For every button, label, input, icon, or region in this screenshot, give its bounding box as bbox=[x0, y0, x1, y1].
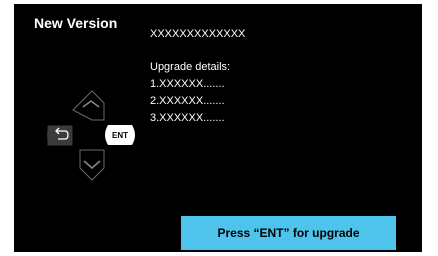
back-icon[interactable] bbox=[47, 125, 73, 146]
details-item: 2.XXXXXX....... bbox=[150, 95, 225, 107]
ent-label: ENT bbox=[112, 131, 128, 140]
ent-button[interactable]: ENT bbox=[105, 125, 135, 145]
down-arrow-icon[interactable] bbox=[79, 149, 105, 181]
upgrade-button[interactable]: Press “ENT” for upgrade bbox=[181, 216, 396, 250]
details-item: 3.XXXXXX....... bbox=[150, 112, 225, 124]
upgrade-details: Upgrade details: 1.XXXXXX....... 2.XXXXX… bbox=[150, 59, 230, 127]
model-name: XXXXXXXXXXXXX bbox=[150, 28, 246, 40]
details-heading: Upgrade details: bbox=[150, 61, 231, 73]
remote-dpad: ENT bbox=[44, 88, 154, 183]
upgrade-screen: New Version XXXXXXXXXXXXX Upgrade detail… bbox=[14, 4, 422, 252]
screen-title: New Version bbox=[34, 15, 118, 31]
up-arrow-icon[interactable] bbox=[72, 90, 105, 121]
details-item: 1.XXXXXX....... bbox=[150, 78, 225, 90]
